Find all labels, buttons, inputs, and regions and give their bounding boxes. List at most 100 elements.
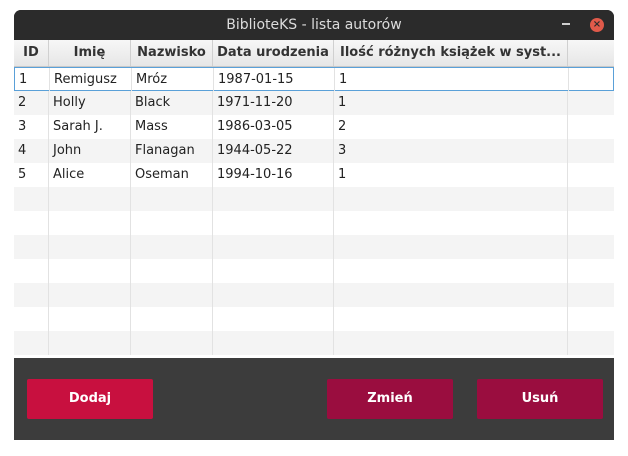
empty-table-row[interactable] xyxy=(14,187,614,211)
empty-cell xyxy=(334,235,568,259)
cell-first-name: Remigusz xyxy=(50,68,132,92)
empty-cell xyxy=(213,211,334,235)
cell-first-name: Holly xyxy=(49,91,131,115)
empty-cell xyxy=(334,331,568,355)
table-row[interactable]: 4 John Flanagan 1944-05-22 3 xyxy=(14,139,614,163)
empty-cell xyxy=(131,283,213,307)
cell-last-name: Oseman xyxy=(131,163,213,187)
empty-cell xyxy=(334,187,568,211)
empty-cell xyxy=(334,211,568,235)
empty-table-row[interactable] xyxy=(14,235,614,259)
column-header-filler xyxy=(568,40,614,66)
edit-button[interactable]: Zmień xyxy=(327,379,453,419)
window-title: BiblioteKS - lista autorów xyxy=(226,17,402,33)
cell-birth-date: 1987-01-15 xyxy=(214,68,335,92)
minimize-icon[interactable] xyxy=(562,23,570,25)
empty-cell xyxy=(49,211,131,235)
empty-cell xyxy=(568,331,614,355)
empty-cell xyxy=(569,68,614,92)
empty-cell xyxy=(49,331,131,355)
authors-table: ID Imię Nazwisko Data urodzenia Ilość ró… xyxy=(14,40,614,358)
delete-button[interactable]: Usuń xyxy=(477,379,603,419)
empty-cell xyxy=(14,187,49,211)
cell-id: 4 xyxy=(14,139,49,163)
empty-cell xyxy=(49,283,131,307)
column-header-id[interactable]: ID xyxy=(14,40,49,66)
empty-cell xyxy=(568,259,614,283)
cell-last-name: Black xyxy=(131,91,213,115)
empty-cell xyxy=(14,259,49,283)
cell-id: 3 xyxy=(14,115,49,139)
cell-birth-date: 1994-10-16 xyxy=(213,163,334,187)
empty-cell xyxy=(334,307,568,331)
empty-cell xyxy=(213,259,334,283)
empty-cell xyxy=(568,187,614,211)
button-bar: Dodaj Zmień Usuń xyxy=(14,358,614,440)
empty-cell xyxy=(14,331,49,355)
column-header-birth-date[interactable]: Data urodzenia xyxy=(213,40,334,66)
empty-cell xyxy=(568,283,614,307)
empty-cell xyxy=(49,259,131,283)
empty-cell xyxy=(14,283,49,307)
empty-table-row[interactable] xyxy=(14,283,614,307)
cell-book-count: 1 xyxy=(335,68,569,92)
empty-table-row[interactable] xyxy=(14,307,614,331)
cell-book-count: 2 xyxy=(334,115,568,139)
authors-window: BiblioteKS - lista autorów × ID Imię Naz… xyxy=(14,10,614,440)
empty-cell xyxy=(568,115,614,139)
empty-table-row[interactable] xyxy=(14,331,614,355)
empty-cell xyxy=(568,211,614,235)
cell-last-name: Flanagan xyxy=(131,139,213,163)
empty-cell xyxy=(568,139,614,163)
column-header-first-name[interactable]: Imię xyxy=(49,40,131,66)
empty-cell xyxy=(568,163,614,187)
close-icon[interactable]: × xyxy=(590,18,604,32)
cell-book-count: 1 xyxy=(334,91,568,115)
empty-cell xyxy=(568,235,614,259)
cell-first-name: Sarah J. xyxy=(49,115,131,139)
empty-cell xyxy=(213,187,334,211)
empty-cell xyxy=(334,259,568,283)
empty-cell xyxy=(131,331,213,355)
empty-cell xyxy=(568,307,614,331)
cell-id: 1 xyxy=(15,68,50,92)
empty-cell xyxy=(49,307,131,331)
column-header-last-name[interactable]: Nazwisko xyxy=(131,40,213,66)
table-row[interactable]: 3 Sarah J. Mass 1986-03-05 2 xyxy=(14,115,614,139)
cell-book-count: 3 xyxy=(334,139,568,163)
empty-cell xyxy=(49,235,131,259)
cell-first-name: Alice xyxy=(49,163,131,187)
empty-cell xyxy=(213,307,334,331)
cell-last-name: Mróz xyxy=(132,68,214,92)
cell-book-count: 1 xyxy=(334,163,568,187)
empty-cell xyxy=(131,235,213,259)
empty-cell xyxy=(213,283,334,307)
cell-first-name: John xyxy=(49,139,131,163)
empty-cell xyxy=(131,259,213,283)
empty-cell xyxy=(568,91,614,115)
cell-birth-date: 1944-05-22 xyxy=(213,139,334,163)
empty-cell xyxy=(14,307,49,331)
cell-birth-date: 1971-11-20 xyxy=(213,91,334,115)
title-bar[interactable]: BiblioteKS - lista autorów × xyxy=(14,10,614,40)
empty-cell xyxy=(334,283,568,307)
cell-id: 2 xyxy=(14,91,49,115)
empty-cell xyxy=(49,187,131,211)
column-header-book-count[interactable]: Ilość różnych książek w syst... xyxy=(334,40,568,66)
empty-cell xyxy=(14,235,49,259)
empty-cell xyxy=(14,211,49,235)
cell-birth-date: 1986-03-05 xyxy=(213,115,334,139)
table-row[interactable]: 2 Holly Black 1971-11-20 1 xyxy=(14,91,614,115)
table-row[interactable]: 5 Alice Oseman 1994-10-16 1 xyxy=(14,163,614,187)
cell-last-name: Mass xyxy=(131,115,213,139)
empty-cell xyxy=(213,235,334,259)
empty-table-row[interactable] xyxy=(14,211,614,235)
empty-cell xyxy=(131,187,213,211)
empty-cell xyxy=(131,211,213,235)
cell-id: 5 xyxy=(14,163,49,187)
empty-cell xyxy=(213,331,334,355)
empty-table-row[interactable] xyxy=(14,259,614,283)
add-button[interactable]: Dodaj xyxy=(27,379,153,419)
empty-cell xyxy=(131,307,213,331)
table-row[interactable]: 1 Remigusz Mróz 1987-01-15 1 xyxy=(14,67,614,92)
